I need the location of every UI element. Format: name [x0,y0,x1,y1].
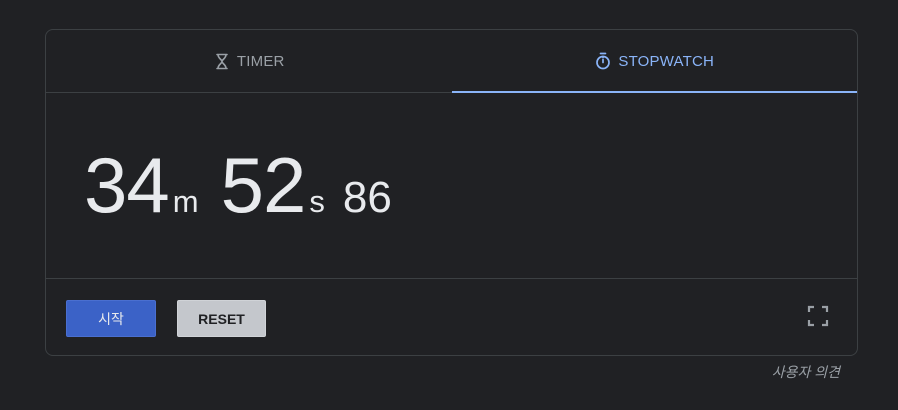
minutes-unit: m [172,184,199,219]
fullscreen-icon[interactable] [806,304,830,328]
tab-stopwatch-label: STOPWATCH [618,52,715,70]
tab-timer[interactable]: TIMER [46,30,452,92]
seconds-value: 52 [220,141,307,229]
divider [46,278,857,279]
tab-timer-label: TIMER [236,52,285,70]
minutes-value: 34 [84,141,170,229]
hourglass-icon [213,52,231,70]
reset-button[interactable]: RESET [177,300,266,337]
stopwatch-card: TIMER STOPWATCH 34 m 52 s 86 시작 RESET [45,29,858,356]
start-button[interactable]: 시작 [66,300,156,337]
hundredths-value: 86 [342,173,392,222]
seconds-unit: s [309,184,325,219]
stopwatch-display: 34 m 52 s 86 [84,146,392,224]
tab-stopwatch[interactable]: STOPWATCH [451,30,858,93]
feedback-link[interactable]: 사용자 의견 [772,362,840,382]
tab-bar: TIMER STOPWATCH [46,30,857,93]
stopwatch-icon [594,52,612,70]
